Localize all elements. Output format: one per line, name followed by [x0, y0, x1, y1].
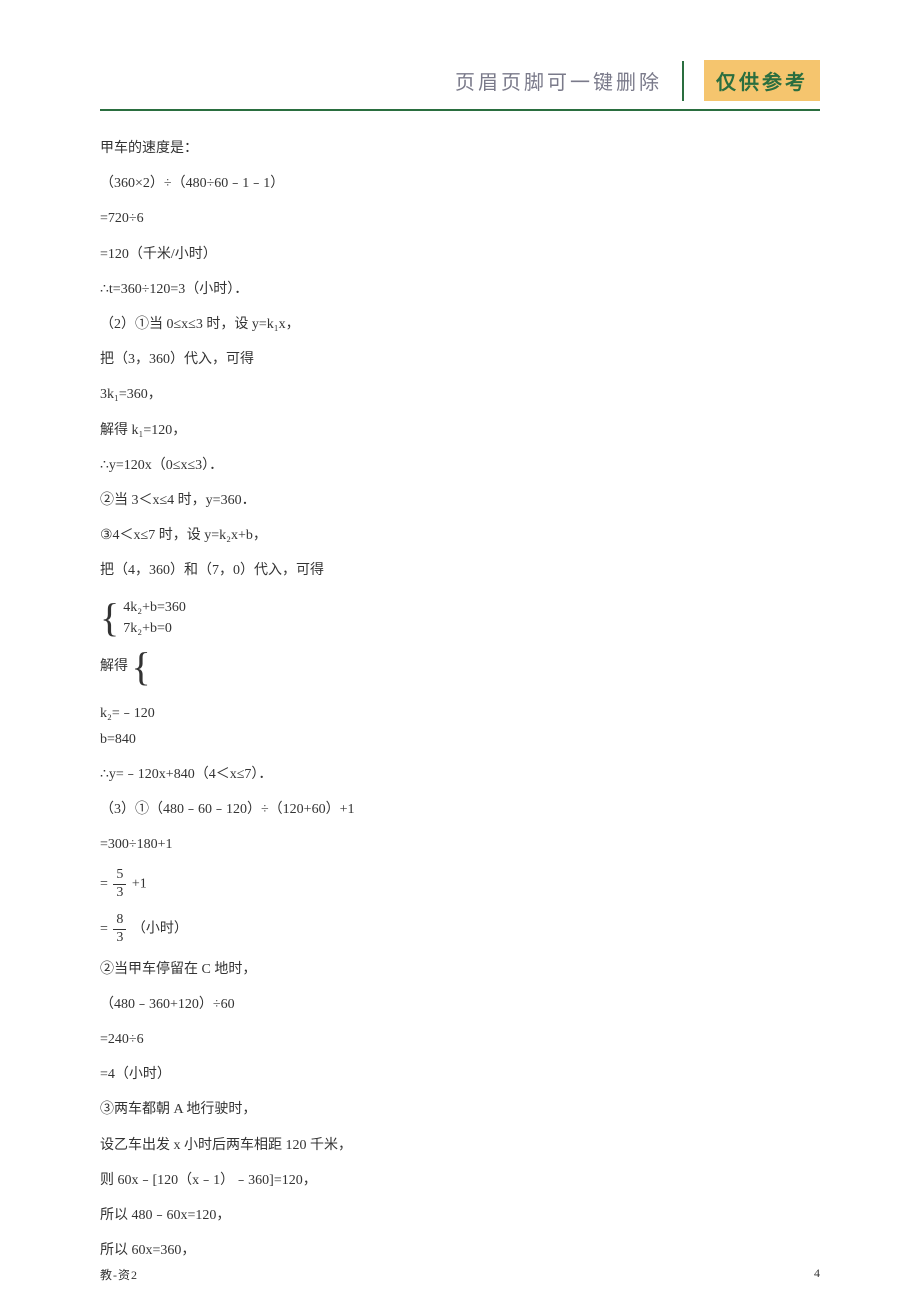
header-underline [100, 109, 820, 111]
text-line: ③两车都朝 A 地行驶时， [100, 1097, 820, 1122]
text-line: =720÷6 [100, 206, 820, 231]
fraction-numerator: 8 [113, 912, 126, 930]
text-line: （360×2）÷（480÷60﹣1﹣1） [100, 171, 820, 196]
header-note: 页眉页脚可一键删除 [455, 66, 662, 95]
equation-line: k₂=﹣120 [100, 701, 820, 726]
text-line: 甲车的速度是： [100, 136, 820, 161]
text-line: 所以 60x=360， [100, 1238, 820, 1263]
text-line: ∴y=﹣120x+840（4＜x≤7）． [100, 762, 820, 787]
fraction-suffix: （小时） [132, 921, 188, 936]
text-line: 把（3，360）代入，可得 [100, 347, 820, 372]
solve-label: 解得 [100, 660, 128, 675]
text-line: ③4＜x≤7 时，设 y=k₂x+b， [100, 523, 820, 548]
text-line: 则 60x﹣[120（x﹣1）﹣360]=120， [100, 1168, 820, 1193]
header-divider [682, 61, 684, 101]
fraction-denominator: 3 [113, 930, 126, 947]
fraction-denominator: 3 [113, 885, 126, 902]
text-line: =4（小时） [100, 1062, 820, 1087]
fraction-numerator: 5 [113, 867, 126, 885]
left-brace-icon: { [132, 647, 151, 687]
text-line: 设乙车出发 x 小时后两车相距 120 千米， [100, 1133, 820, 1158]
text-line: ②当 3＜x≤4 时，y=360． [100, 488, 820, 513]
text-line: 解得 k₁=120， [100, 418, 820, 443]
text-line: =300÷180+1 [100, 832, 820, 857]
text-line: =240÷6 [100, 1027, 820, 1052]
equals-prefix: = [100, 921, 108, 936]
fraction: 8 3 [113, 912, 126, 947]
equation-line: 4k₂+b=360 [123, 597, 186, 618]
text-line: （480﹣360+120）÷60 [100, 992, 820, 1017]
equals-prefix: = [100, 877, 108, 892]
footer-left-text: 教-资2 [100, 1266, 138, 1283]
equation-line: 7k₂+b=0 [123, 618, 186, 639]
equation-line: b=840 [100, 727, 820, 752]
text-line: 解得 { [100, 643, 820, 691]
text-line: =120（千米/小时） [100, 242, 820, 267]
text-line: 所以 480﹣60x=120， [100, 1203, 820, 1228]
text-line: ∴y=120x（0≤x≤3）． [100, 453, 820, 478]
text-line: 3k₁=360， [100, 382, 820, 407]
text-line: （2）①当 0≤x≤3 时，设 y=k₁x， [100, 312, 820, 337]
text-line: ∴t=360÷120=3（小时）． [100, 277, 820, 302]
fraction-suffix: +1 [132, 877, 147, 892]
equation-system: { [132, 647, 155, 687]
text-line: （3）①（480﹣60﹣120）÷（120+60）+1 [100, 797, 820, 822]
equation-system: { 4k₂+b=360 7k₂+b=0 [100, 597, 186, 639]
page-footer: 教-资2 4 [100, 1266, 820, 1283]
fraction: 5 3 [113, 867, 126, 902]
header-badge: 仅供参考 [704, 60, 820, 101]
text-line: ②当甲车停留在 C 地时， [100, 957, 820, 982]
page-container: 页眉页脚可一键删除 仅供参考 甲车的速度是： （360×2）÷（480÷60﹣1… [0, 0, 920, 1313]
fraction-line: = 8 3 （小时） [100, 912, 820, 947]
document-body: 甲车的速度是： （360×2）÷（480÷60﹣1﹣1） =720÷6 =120… [100, 136, 820, 1263]
left-brace-icon: { [100, 598, 119, 638]
text-line: 把（4，360）和（7，0）代入，可得 [100, 558, 820, 583]
page-header: 页眉页脚可一键删除 仅供参考 [100, 60, 820, 101]
fraction-line: = 5 3 +1 [100, 867, 820, 902]
page-number: 4 [814, 1266, 820, 1283]
